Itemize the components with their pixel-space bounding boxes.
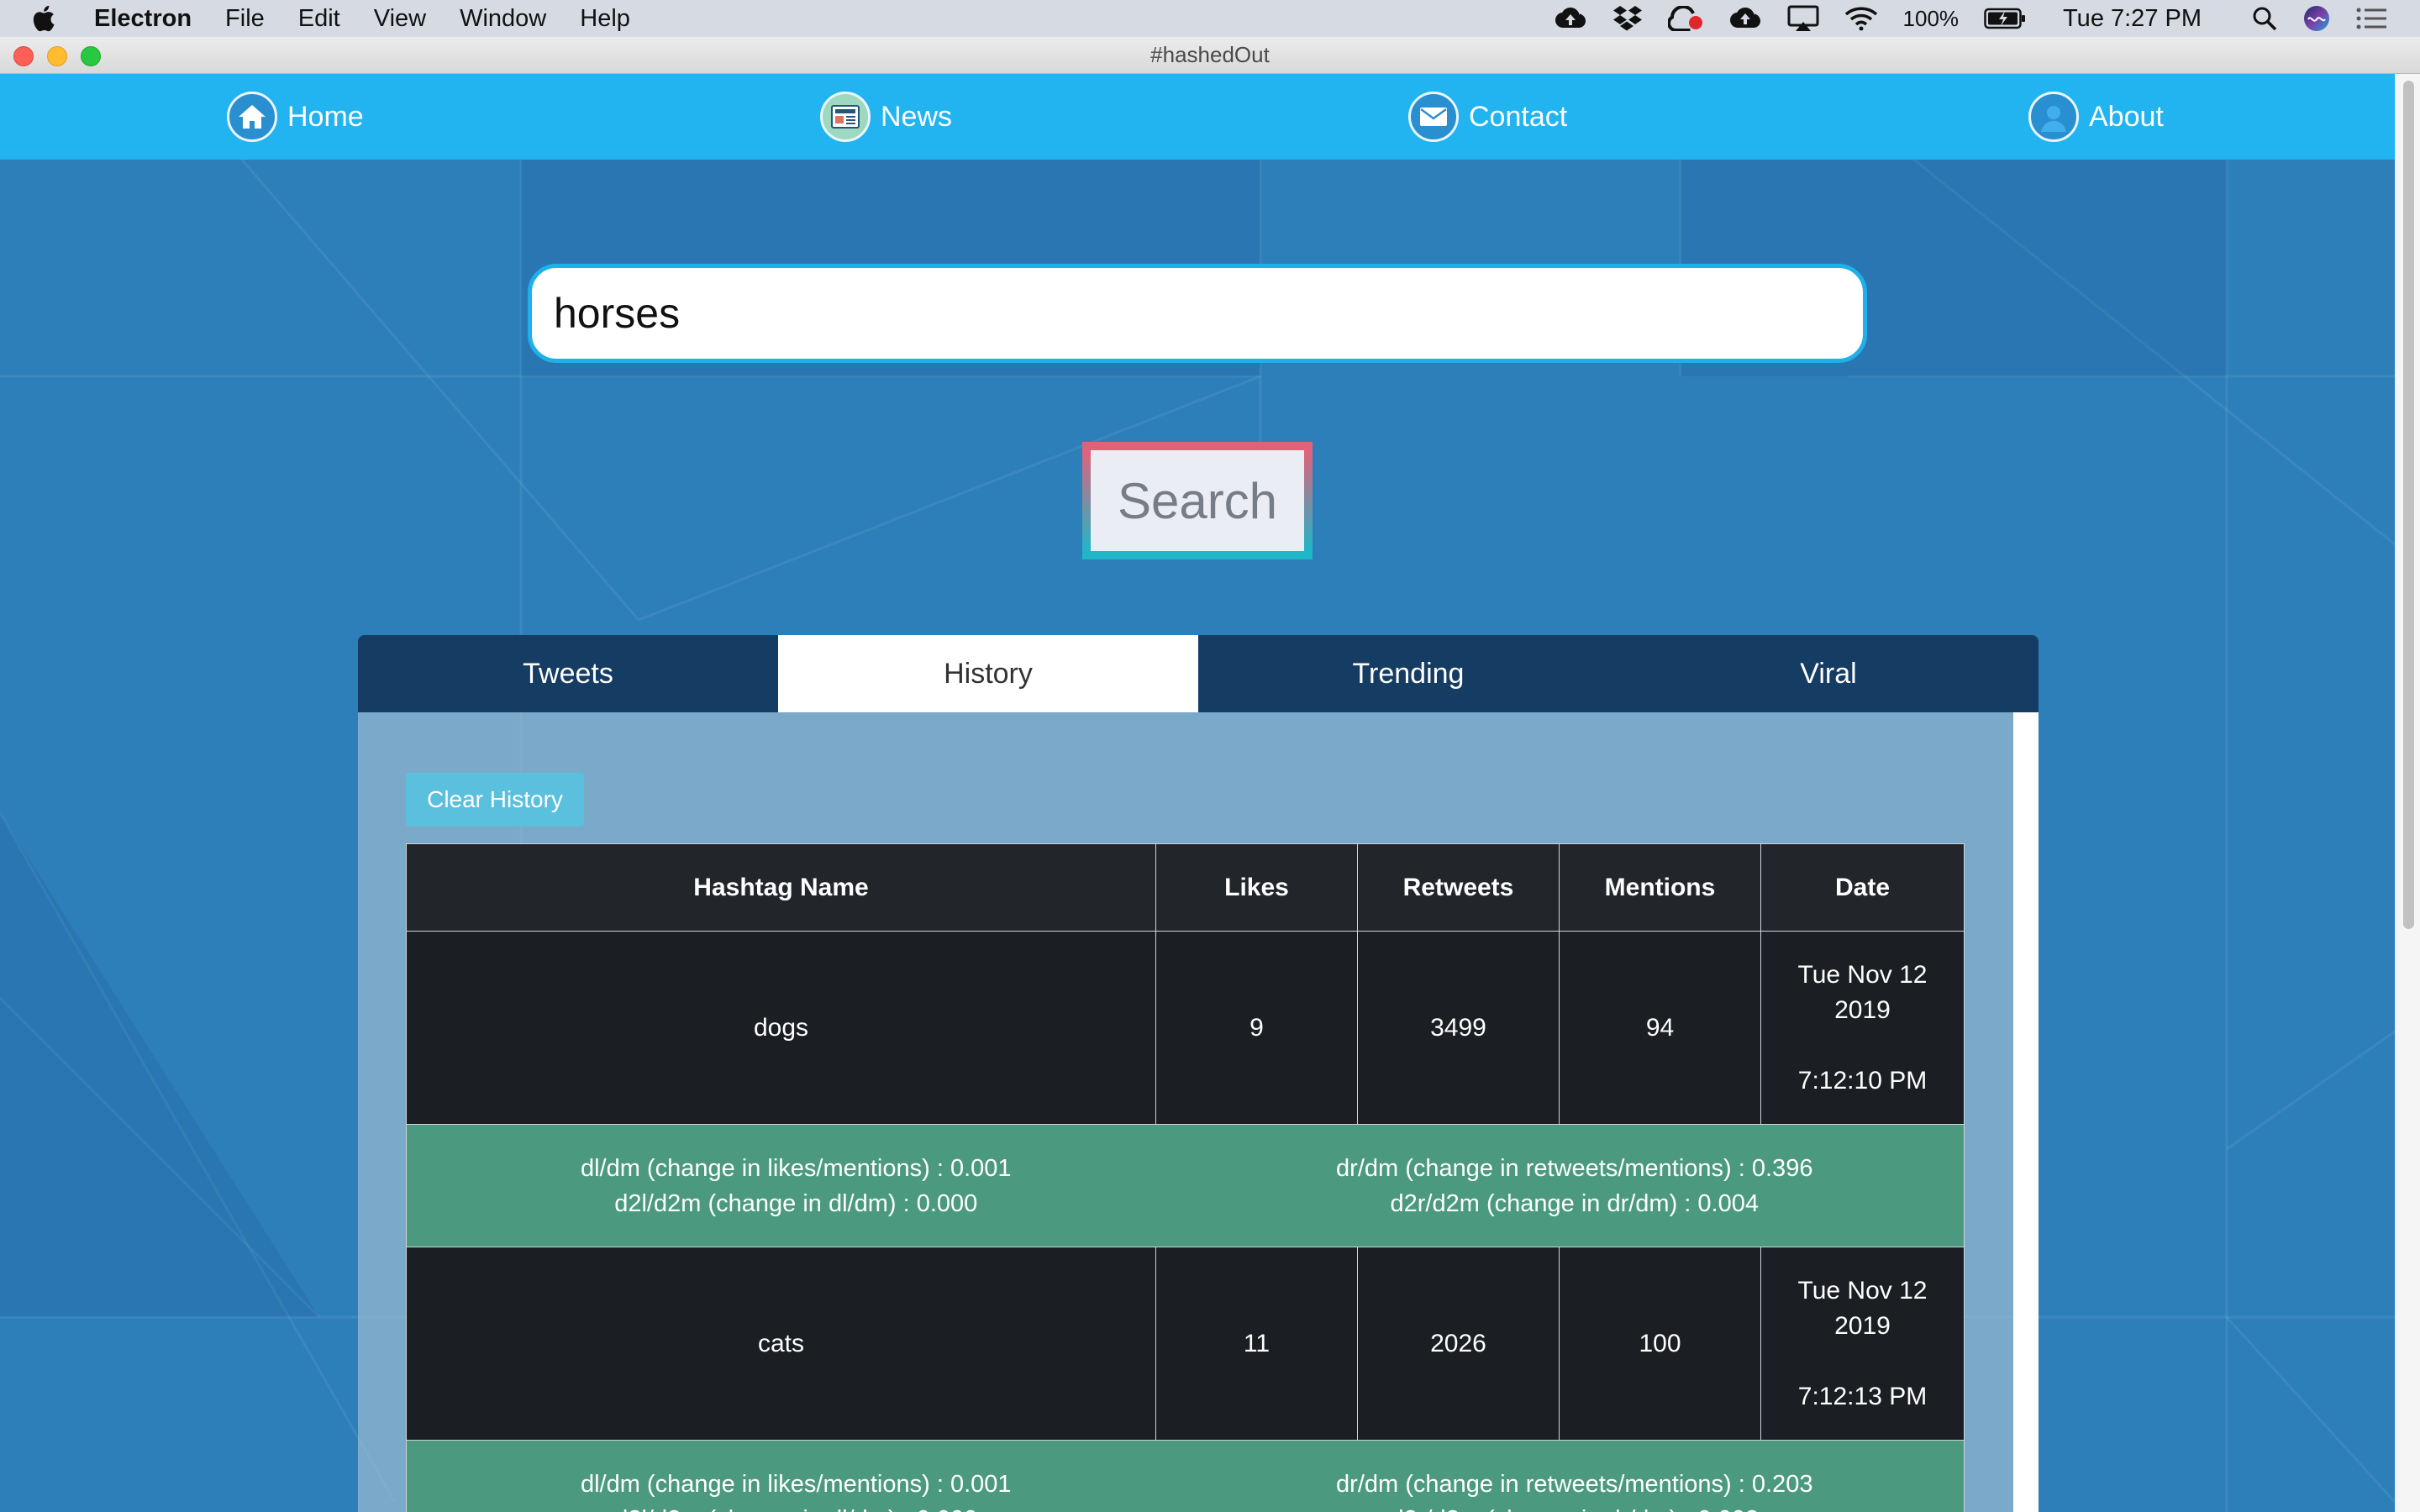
d2l-d2m-value: d2l/d2m (change in dl/dm) : 0.000	[407, 1502, 1186, 1512]
window-titlebar: #hashedOut	[0, 37, 2420, 74]
panel-scrollbar[interactable]	[2013, 712, 2039, 1512]
date-time: 7:12:13 PM	[1797, 1382, 1928, 1410]
cloud-upload-icon[interactable]	[1554, 7, 1587, 30]
nav-contact-label: Contact	[1469, 100, 1568, 133]
date-day: Tue Nov 12	[1797, 1276, 1928, 1305]
menubar-clock[interactable]: Tue 7:27 PM	[2063, 5, 2202, 33]
nav-about[interactable]: About	[2028, 91, 2164, 143]
wifi-icon[interactable]	[1844, 6, 1878, 31]
column-header-hashtag: Hashtag Name	[406, 843, 1156, 932]
macos-menubar: Electron File Edit View Window Help 100%…	[0, 0, 2420, 37]
derivative-row: dl/dm (change in likes/mentions) : 0.001…	[406, 1440, 1965, 1512]
nav-home[interactable]: Home	[227, 91, 364, 143]
top-navbar: Home News Contact About	[0, 74, 2395, 160]
menu-help[interactable]: Help	[580, 5, 630, 33]
nav-news[interactable]: News	[820, 91, 952, 143]
battery-percentage: 100%	[1902, 5, 1960, 31]
nav-home-label: Home	[287, 100, 364, 133]
dl-dm-value: dl/dm (change in likes/mentions) : 0.001	[580, 1154, 1012, 1182]
derivative-cell: dl/dm (change in likes/mentions) : 0.001…	[406, 1440, 1965, 1512]
close-window-button[interactable]	[13, 46, 34, 66]
history-tab-content: Clear History Hashtag Name Likes Retweet…	[358, 712, 2013, 1512]
date-cell: Tue Nov 12 2019 7:12:13 PM	[1760, 1247, 1965, 1441]
tab-history[interactable]: History	[778, 635, 1198, 712]
window-scrollbar[interactable]	[2395, 74, 2420, 1512]
window-scrollbar-thumb[interactable]	[2403, 81, 2414, 929]
results-panel: Tweets History Trending Viral Clear Hist…	[358, 635, 2039, 1512]
d2r-d2m-value: d2r/d2m (change in dr/dm) : 0.002	[1186, 1502, 1965, 1512]
menu-view[interactable]: View	[374, 5, 426, 33]
table-row: dogs 9 3499 94 Tue Nov 12 2019 7:12:10 P…	[406, 931, 1965, 1125]
search-button[interactable]: Search	[1082, 442, 1313, 559]
dropbox-icon[interactable]	[1612, 5, 1643, 32]
siri-icon[interactable]	[2302, 4, 2331, 33]
tab-trending[interactable]: Trending	[1198, 635, 1618, 712]
column-header-likes: Likes	[1155, 843, 1358, 932]
likes-derivatives: dl/dm (change in likes/mentions) : 0.001…	[407, 1467, 1186, 1512]
hashtag-name-cell: dogs	[406, 931, 1156, 1125]
retweets-derivatives: dr/dm (change in retweets/mentions) : 0.…	[1186, 1467, 1965, 1512]
nav-news-label: News	[881, 100, 953, 133]
date-year: 2019	[1834, 1311, 1891, 1340]
user-icon	[2028, 92, 2079, 142]
window-controls	[13, 46, 101, 66]
clear-history-button[interactable]: Clear History	[406, 773, 584, 827]
notification-center-icon[interactable]	[2356, 7, 2386, 30]
menu-edit[interactable]: Edit	[298, 5, 340, 33]
nav-contact[interactable]: Contact	[1408, 91, 1567, 143]
mentions-cell: 94	[1559, 931, 1761, 1125]
creative-cloud-icon[interactable]	[1667, 6, 1703, 31]
derivative-row: dl/dm (change in likes/mentions) : 0.001…	[406, 1124, 1965, 1247]
mentions-cell: 100	[1559, 1247, 1761, 1441]
dl-dm-value: dl/dm (change in likes/mentions) : 0.001	[580, 1470, 1012, 1498]
menu-file[interactable]: File	[225, 5, 265, 33]
home-icon	[227, 92, 277, 142]
menubar-status-area: 100% Tue 7:27 PM	[1554, 4, 2420, 33]
cloud-sync-icon[interactable]	[1728, 7, 1762, 30]
history-table-header: Hashtag Name Likes Retweets Mentions Dat…	[406, 843, 1965, 932]
date-day: Tue Nov 12	[1797, 960, 1928, 989]
mail-icon	[1408, 92, 1459, 142]
app-content: Home News Contact About Search Tweets Hi…	[0, 74, 2395, 1512]
dr-dm-value: dr/dm (change in retweets/mentions) : 0.…	[1336, 1470, 1813, 1498]
likes-derivatives: dl/dm (change in likes/mentions) : 0.001…	[407, 1151, 1186, 1221]
retweets-cell: 3499	[1357, 931, 1560, 1125]
column-header-retweets: Retweets	[1357, 843, 1560, 932]
column-header-date: Date	[1760, 843, 1965, 932]
likes-cell: 11	[1155, 1247, 1358, 1441]
date-cell: Tue Nov 12 2019 7:12:10 PM	[1760, 931, 1965, 1125]
minimize-window-button[interactable]	[47, 46, 67, 66]
hashtag-search-input[interactable]	[528, 264, 1867, 363]
results-tabs: Tweets History Trending Viral	[358, 635, 2039, 712]
column-header-mentions: Mentions	[1559, 843, 1761, 932]
tab-viral[interactable]: Viral	[1618, 635, 2039, 712]
spotlight-search-icon[interactable]	[2252, 6, 2277, 31]
battery-icon[interactable]	[1984, 8, 2026, 29]
hashtag-name-cell: cats	[406, 1247, 1156, 1441]
dr-dm-value: dr/dm (change in retweets/mentions) : 0.…	[1336, 1154, 1813, 1182]
date-year: 2019	[1834, 995, 1891, 1024]
airplay-icon[interactable]	[1787, 5, 1819, 32]
news-icon	[820, 92, 871, 142]
zoom-window-button[interactable]	[81, 46, 101, 66]
d2r-d2m-value: d2r/d2m (change in dr/dm) : 0.004	[1390, 1189, 1759, 1217]
menu-window[interactable]: Window	[460, 5, 546, 33]
date-time: 7:12:10 PM	[1797, 1066, 1928, 1095]
history-table: Hashtag Name Likes Retweets Mentions Dat…	[406, 843, 1965, 1512]
table-row: cats 11 2026 100 Tue Nov 12 2019 7:12:13…	[406, 1247, 1965, 1441]
retweets-cell: 2026	[1357, 1247, 1560, 1441]
retweets-derivatives: dr/dm (change in retweets/mentions) : 0.…	[1186, 1151, 1965, 1221]
tab-tweets[interactable]: Tweets	[358, 635, 778, 712]
window-title: #hashedOut	[1150, 42, 1270, 67]
nav-about-label: About	[2089, 100, 2164, 133]
app-menu-electron[interactable]: Electron	[94, 5, 192, 33]
derivative-cell: dl/dm (change in likes/mentions) : 0.001…	[406, 1124, 1965, 1247]
likes-cell: 9	[1155, 931, 1358, 1125]
d2l-d2m-value: d2l/d2m (change in dl/dm) : 0.000	[614, 1189, 978, 1217]
apple-menu-icon[interactable]	[30, 4, 69, 33]
